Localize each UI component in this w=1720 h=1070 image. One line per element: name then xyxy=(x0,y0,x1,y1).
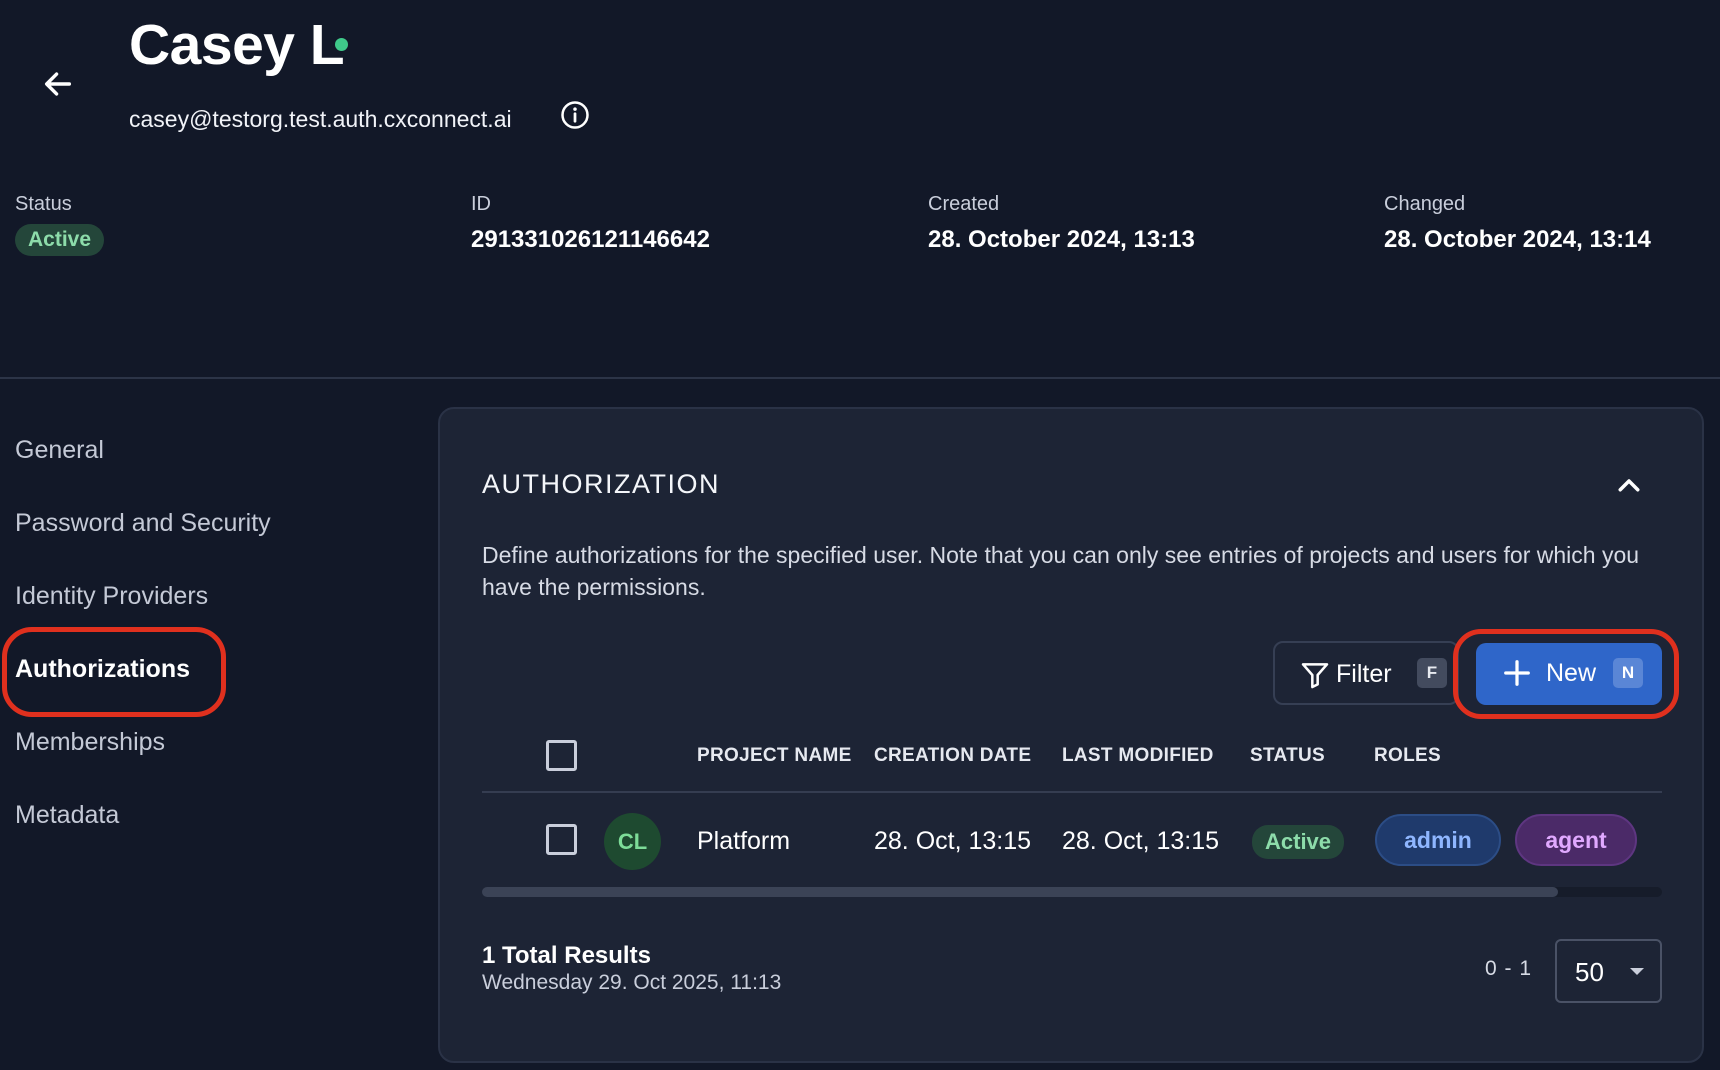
role-chip-admin[interactable]: admin xyxy=(1375,814,1501,866)
status-meta: Status Active xyxy=(15,193,105,256)
new-label: New xyxy=(1546,659,1597,687)
sidebar-item-authorizations[interactable]: Authorizations xyxy=(15,655,190,684)
arrow-left-icon xyxy=(44,72,72,96)
column-header-status[interactable]: STATUS xyxy=(1250,745,1325,767)
column-header-last-modified[interactable]: LAST MODIFIED xyxy=(1062,745,1214,767)
sidebar-item-memberships[interactable]: Memberships xyxy=(15,728,165,757)
sidebar-item-metadata[interactable]: Metadata xyxy=(15,801,119,830)
project-name-cell: Platform xyxy=(697,827,791,855)
row-checkbox[interactable] xyxy=(546,824,577,855)
sidebar-item-identity-providers[interactable]: Identity Providers xyxy=(15,582,208,611)
id-value: 291331026121146642 xyxy=(471,226,710,253)
changed-label: Changed xyxy=(1384,193,1466,215)
changed-value: 28. October 2024, 13:14 xyxy=(1384,226,1651,253)
creation-date-cell: 28. Oct, 13:15 xyxy=(874,827,1032,855)
avatar: CL xyxy=(604,813,661,870)
page-size-value: 50 xyxy=(1575,957,1604,987)
info-icon xyxy=(561,101,589,129)
horizontal-scrollbar-thumb[interactable] xyxy=(482,887,1558,897)
section-title: AUTHORIZATION xyxy=(482,469,720,499)
filter-label: Filter xyxy=(1336,660,1392,688)
pagination-range: 0 - 1 xyxy=(1485,957,1533,980)
new-shortcut-key: N xyxy=(1613,658,1643,688)
column-header-project-name[interactable]: PROJECT NAME xyxy=(697,745,852,767)
filter-button[interactable]: Filter F xyxy=(1273,641,1459,705)
user-email: casey@testorg.test.auth.cxconnect.ai xyxy=(129,106,512,132)
created-label: Created xyxy=(928,193,1000,215)
table-header-divider xyxy=(482,791,1662,793)
back-button[interactable] xyxy=(36,62,80,106)
section-description: Define authorizations for the specified … xyxy=(482,542,1640,600)
status-badge: Active xyxy=(1252,825,1345,859)
column-header-creation-date[interactable]: CREATION DATE xyxy=(874,745,1031,767)
select-all-checkbox[interactable] xyxy=(546,740,577,771)
page-size-select[interactable]: 50 xyxy=(1555,939,1662,1003)
column-header-roles[interactable]: ROLES xyxy=(1374,745,1441,767)
header-divider xyxy=(0,377,1720,379)
chevron-up-icon xyxy=(1618,479,1640,492)
collapse-button[interactable] xyxy=(1614,471,1644,501)
results-timestamp: Wednesday 29. Oct 2025, 11:13 xyxy=(482,971,782,994)
changed-meta: Changed 28. October 2024, 13:14 xyxy=(1384,193,1651,254)
created-meta: Created 28. October 2024, 13:13 xyxy=(928,193,1195,254)
online-indicator xyxy=(335,38,348,51)
id-meta: ID 291331026121146642 xyxy=(471,193,710,254)
last-modified-cell: 28. Oct, 13:15 xyxy=(1062,827,1220,855)
total-results: 1 Total Results xyxy=(482,942,651,969)
filter-shortcut-key: F xyxy=(1417,658,1447,688)
user-display-name: Casey L xyxy=(129,13,345,77)
new-authorization-button[interactable]: New N xyxy=(1476,643,1662,705)
user-header: Casey L casey@testorg.test.auth.cxconnec… xyxy=(0,0,1720,378)
caret-down-icon xyxy=(1630,968,1644,975)
plus-icon xyxy=(1504,660,1530,686)
created-value: 28. October 2024, 13:13 xyxy=(928,226,1195,253)
filter-icon xyxy=(1301,663,1329,689)
status-badge: Active xyxy=(15,224,105,256)
id-label: ID xyxy=(471,193,491,215)
info-button[interactable] xyxy=(560,100,590,130)
role-chip-agent[interactable]: agent xyxy=(1515,814,1637,866)
status-label: Status xyxy=(15,193,72,215)
authorization-card: AUTHORIZATION Define authorizations for … xyxy=(438,407,1704,1063)
sidebar-item-password-security[interactable]: Password and Security xyxy=(15,509,271,538)
horizontal-scrollbar[interactable] xyxy=(482,887,1662,897)
sidebar-item-general[interactable]: General xyxy=(15,436,104,465)
